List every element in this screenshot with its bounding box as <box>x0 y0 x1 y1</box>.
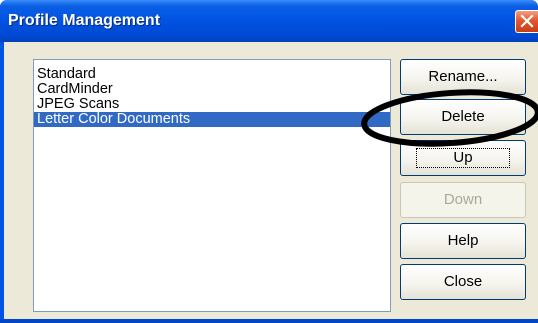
down-button-label: Down <box>443 191 483 208</box>
close-button[interactable]: Close <box>400 264 526 300</box>
title-bar[interactable]: Profile Management <box>0 0 538 42</box>
delete-button-label: Delete <box>441 108 485 125</box>
window-bottom-border <box>0 319 538 323</box>
profile-management-dialog: Profile Management Standard CardMinder J… <box>0 0 538 323</box>
title-close-button[interactable] <box>515 10 538 33</box>
rename-button[interactable]: Rename... <box>400 59 526 95</box>
list-item-standard[interactable]: Standard <box>34 67 390 82</box>
list-item-jpeg-scans[interactable]: JPEG Scans <box>34 97 390 112</box>
help-button[interactable]: Help <box>400 223 526 259</box>
up-button-label: Up <box>416 148 510 168</box>
window-title: Profile Management <box>8 12 161 29</box>
delete-button[interactable]: Delete <box>400 99 526 135</box>
help-button-label: Help <box>447 232 479 249</box>
list-item-cardminder[interactable]: CardMinder <box>34 82 390 97</box>
list-item-letter-color-documents[interactable]: Letter Color Documents <box>34 112 390 127</box>
profile-listbox[interactable]: Standard CardMinder JPEG Scans Letter Co… <box>33 59 391 312</box>
close-x-icon <box>520 14 534 28</box>
close-button-label: Close <box>443 273 483 290</box>
dialog-body: Standard CardMinder JPEG Scans Letter Co… <box>4 42 538 319</box>
rename-button-label: Rename... <box>428 68 498 85</box>
down-button: Down <box>400 182 526 218</box>
up-button[interactable]: Up <box>400 140 526 176</box>
